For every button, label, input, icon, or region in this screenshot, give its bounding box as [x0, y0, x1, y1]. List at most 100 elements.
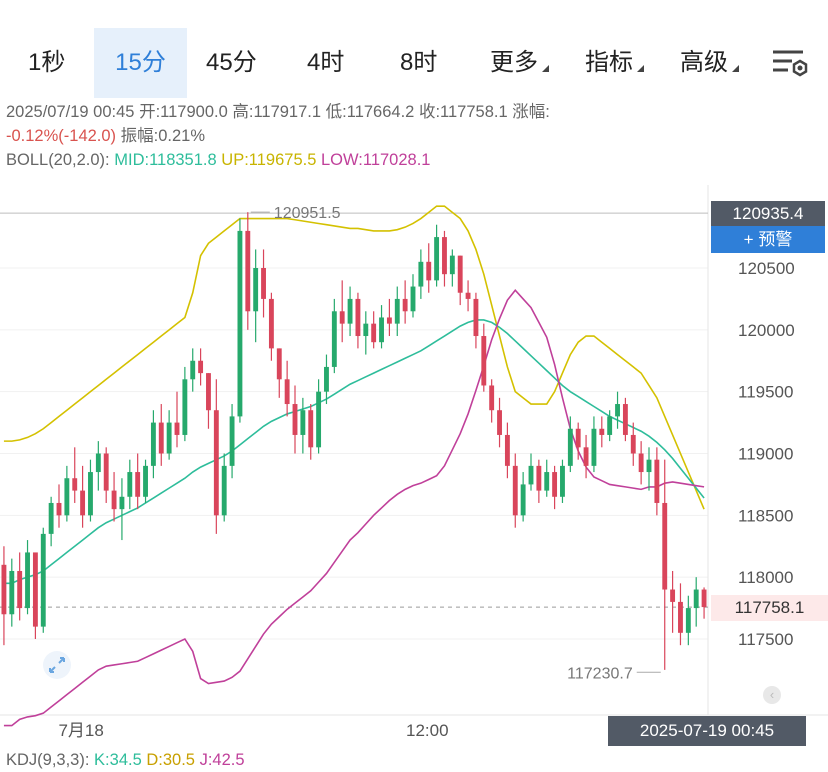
candle-body: [560, 465, 565, 497]
candle-body: [347, 298, 353, 324]
candle-body: [40, 533, 46, 627]
candle-body: [418, 261, 424, 287]
candle-body: [386, 317, 392, 324]
candle-body: [497, 410, 502, 435]
candle-body: [701, 589, 707, 608]
y-tick-label: 120000: [738, 321, 795, 340]
candle-body: [213, 410, 219, 516]
candle-body: [253, 268, 259, 312]
candle-body: [32, 552, 38, 627]
candle-body: [166, 422, 172, 454]
candle-body: [630, 434, 636, 454]
candle-body: [622, 404, 628, 435]
x-tick-label: 12:00: [406, 721, 449, 740]
candle-body: [339, 311, 345, 324]
candle-body: [599, 428, 605, 435]
candle-body: [111, 490, 117, 510]
candle-body: [17, 570, 23, 609]
top-price-tag: 120935.4: [711, 201, 825, 226]
candle-body: [190, 360, 196, 380]
candle-body: [103, 453, 109, 491]
candle-body: [158, 422, 164, 454]
candle-body: [615, 404, 620, 417]
candle-body: [363, 323, 369, 337]
candle-body: [182, 379, 188, 435]
candle-body: [638, 453, 644, 473]
candle-body: [583, 447, 589, 466]
candle-body: [127, 472, 133, 497]
candle-body: [324, 366, 329, 392]
candle-body: [119, 496, 125, 510]
candle-body: [685, 608, 691, 633]
candle-body: [489, 385, 495, 411]
candle-body: [678, 601, 683, 633]
candle-body: [591, 428, 597, 466]
candle-body: [567, 428, 573, 466]
y-tick-label: 118000: [738, 568, 793, 587]
kdj-label: KDJ(9,3,3):: [6, 751, 90, 769]
candle-body: [379, 317, 384, 343]
candle-body: [331, 311, 337, 367]
kdj-j-value: 42.5: [212, 751, 245, 769]
candle-body: [300, 410, 306, 435]
expand-icon[interactable]: [42, 650, 72, 680]
candle-body: [504, 434, 510, 466]
add-alert-button[interactable]: + 预警: [711, 226, 825, 253]
candle-body: [56, 502, 62, 516]
boll-mid-line: [3, 319, 705, 585]
high-annotation: 120951.5: [274, 205, 341, 222]
kdj-k-label: K:: [94, 751, 110, 769]
candle-body: [662, 502, 668, 590]
low-annotation: 117230.7: [567, 665, 633, 682]
candle-body: [520, 484, 526, 516]
candle-body: [229, 416, 235, 466]
kdj-info: KDJ(9,3,3): K:34.5 D:30.5 J:42.5: [6, 748, 245, 772]
scroll-back-icon[interactable]: ‹: [763, 686, 781, 704]
candle-body: [426, 261, 432, 281]
candle-body: [693, 589, 699, 609]
candle-body: [465, 292, 471, 299]
candle-body: [48, 502, 54, 534]
candle-body: [316, 391, 322, 448]
candle-body: [646, 459, 652, 473]
candle-body: [237, 230, 243, 417]
candle-body: [261, 268, 266, 299]
candle-body: [654, 459, 660, 503]
candle-body: [434, 237, 440, 281]
candle-body: [198, 360, 204, 374]
y-tick-label: 119500: [738, 383, 793, 402]
candle-body: [449, 255, 455, 275]
y-tick-label: 117500: [738, 630, 793, 649]
kdj-j-label: J:: [199, 751, 213, 769]
candle-body: [64, 478, 70, 516]
candle-body: [355, 298, 361, 337]
candle-body: [536, 465, 542, 491]
candle-body: [544, 472, 550, 491]
y-tick-label: 119000: [738, 445, 793, 464]
candle-body: [552, 472, 558, 497]
kdj-d-label: D:: [146, 751, 163, 769]
boll-lower-line: [3, 289, 705, 727]
candle-body: [95, 453, 101, 473]
y-tick-label: 120500: [738, 259, 795, 278]
candle-body: [402, 298, 408, 312]
candle-body: [174, 422, 180, 435]
candle-body: [221, 465, 227, 516]
candle-body: [276, 348, 282, 380]
candle-body: [80, 490, 86, 516]
candle-body: [135, 472, 141, 497]
candle-body: [308, 410, 314, 448]
candle-body: [72, 478, 78, 491]
candle-body: [143, 465, 148, 497]
candle-body: [292, 404, 298, 435]
candle-body: [284, 379, 290, 405]
candle-body: [457, 255, 463, 293]
candle-body: [528, 465, 534, 485]
candle-body: [150, 422, 156, 466]
candlestick-chart[interactable]: 117500 118000 118500 119000 119500 120000 1205…: [0, 0, 828, 772]
candle-body: [575, 428, 581, 448]
candle-body: [9, 570, 15, 615]
kdj-k-value: 34.5: [109, 751, 142, 769]
candle-body: [371, 323, 377, 343]
kdj-d-value: 30.5: [162, 751, 195, 769]
